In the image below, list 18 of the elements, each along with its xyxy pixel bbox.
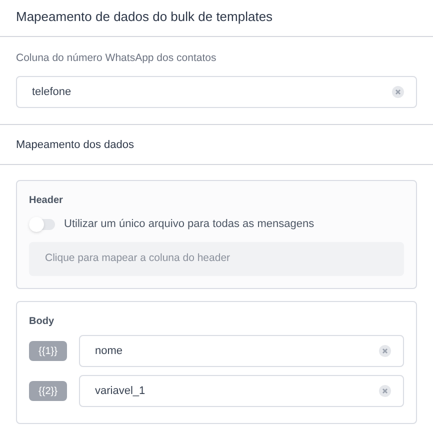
field-value: variavel_1 [95, 384, 146, 399]
card-title: Header [29, 194, 64, 208]
clear-icon[interactable] [379, 345, 391, 358]
page-title: Mapeamento de dados do bulk de templates [16, 8, 274, 26]
clear-icon[interactable] [379, 385, 391, 398]
field-label: Coluna do número WhatsApp dos contatos [16, 50, 218, 66]
field-value: nome [95, 344, 123, 359]
toggle-switch[interactable] [29, 218, 55, 230]
toggle-label: Utilizar um único arquivo para todas as mensagens [64, 216, 314, 232]
section-title: Mapeamento dos dados [16, 138, 136, 154]
variable-tag: {{1}} [29, 341, 67, 362]
field-value: telefone [32, 85, 72, 100]
card-title: Body [29, 315, 55, 330]
variable-tag: {{2}} [29, 381, 67, 402]
select-field[interactable]: telefone [16, 76, 417, 108]
select-field[interactable]: variavel_1 [79, 375, 404, 408]
select-field[interactable]: nome [79, 335, 404, 368]
clear-icon[interactable] [392, 86, 404, 98]
